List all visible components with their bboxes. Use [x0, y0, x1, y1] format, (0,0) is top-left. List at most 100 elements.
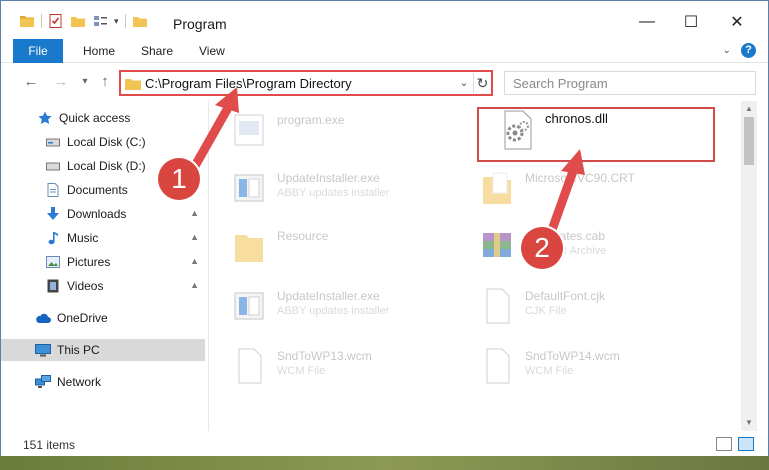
- scroll-down-icon[interactable]: ▼: [741, 415, 757, 431]
- details-view-icon[interactable]: [716, 437, 732, 451]
- drive-icon: [45, 134, 61, 150]
- file-name: UpdateInstaller.exe: [277, 171, 380, 185]
- desktop-background: [0, 456, 769, 470]
- folder-icon[interactable]: [19, 13, 35, 29]
- quick-access-toolbar: ▾: [19, 13, 148, 29]
- sidebar-item-network[interactable]: Network: [1, 371, 205, 393]
- exe-file-icon: [234, 114, 264, 146]
- navigation-bar: ← → ▾ ↑ C:\Program Files\Program Directo…: [1, 65, 768, 99]
- window-title: Program: [173, 16, 227, 32]
- pin-icon[interactable]: ▲: [190, 232, 199, 242]
- file-item[interactable]: SndToWP14.wcm WCM File: [459, 341, 699, 393]
- file-item[interactable]: UpdateInstaller.exe ABBY updates install…: [211, 281, 451, 333]
- file-name: DefaultFont.cjk: [525, 289, 606, 303]
- sidebar-item-label: Videos: [67, 279, 104, 293]
- folder-icon: [235, 235, 263, 262]
- file-item[interactable]: program.exe: [211, 105, 451, 157]
- maximize-button[interactable]: ☐: [677, 9, 705, 35]
- file-name: Microsoft.VC90.CRT: [525, 171, 635, 185]
- customize-icon[interactable]: [92, 13, 108, 29]
- file-name: SndToWP14.wcm: [525, 349, 620, 363]
- sidebar-item-label: Quick access: [59, 111, 131, 125]
- tab-file[interactable]: File: [13, 39, 63, 63]
- search-box[interactable]: Search Program: [504, 71, 756, 95]
- properties-icon[interactable]: [48, 13, 64, 29]
- scroll-up-icon[interactable]: ▲: [741, 101, 757, 117]
- step-1-badge: 1: [158, 158, 200, 200]
- file-type: WCM File: [525, 365, 574, 377]
- file-type: ABBY updates installer: [277, 187, 390, 199]
- folder-icon: [125, 79, 141, 90]
- help-icon[interactable]: ?: [741, 43, 756, 58]
- sidebar-item-label: Documents: [67, 183, 128, 197]
- drive-icon: [45, 158, 61, 174]
- file-item[interactable]: SndToWP13.wcm WCM File: [211, 341, 451, 393]
- file-item[interactable]: Microsoft.VC90.CRT: [459, 163, 699, 215]
- address-dropdown-icon[interactable]: ⌄: [455, 74, 473, 92]
- sidebar-item-local-disk-c[interactable]: Local Disk (C:): [1, 131, 205, 153]
- sidebar-item-this-pc[interactable]: This PC: [1, 339, 205, 361]
- pin-icon[interactable]: ▲: [190, 280, 199, 290]
- tab-view[interactable]: View: [187, 39, 237, 63]
- sidebar-item-label: Network: [57, 375, 102, 389]
- sidebar-item-onedrive[interactable]: OneDrive: [1, 307, 205, 329]
- title-bar: ▾ Program — ☐ ✕: [1, 1, 768, 43]
- file-name: SndToWP13.wcm: [277, 349, 372, 363]
- recent-locations-button[interactable]: ▾: [75, 72, 95, 92]
- tab-home[interactable]: Home: [71, 39, 127, 63]
- archive-icon: [483, 233, 511, 257]
- sidebar-item-pictures[interactable]: Pictures ▲: [1, 251, 205, 273]
- tab-share[interactable]: Share: [129, 39, 185, 63]
- document-icon: [45, 182, 61, 198]
- star-icon: [37, 110, 53, 126]
- file-name: Resource: [277, 229, 329, 243]
- back-button[interactable]: ←: [21, 72, 41, 92]
- sidebar-item-label: Pictures: [67, 255, 111, 269]
- film-icon: [45, 278, 61, 294]
- sidebar-item-label: This PC: [57, 343, 100, 357]
- item-count: 151 items: [23, 438, 76, 452]
- file-name: program.exe: [277, 113, 345, 127]
- up-button[interactable]: ↑: [95, 72, 115, 92]
- cloud-icon: [35, 310, 51, 326]
- pin-icon[interactable]: ▲: [190, 256, 199, 266]
- sidebar-item-label: Downloads: [67, 207, 127, 221]
- music-note-icon: [45, 230, 61, 246]
- sidebar-item-quick-access[interactable]: Quick access: [1, 107, 205, 129]
- view-switcher: [716, 437, 754, 451]
- chevron-down-icon[interactable]: ▾: [114, 16, 119, 27]
- navigation-pane: Quick access Local Disk (C:) Local Disk …: [1, 101, 209, 431]
- minimize-button[interactable]: —: [633, 9, 661, 35]
- download-arrow-icon: [45, 206, 61, 222]
- chronos-highlight: [477, 107, 715, 162]
- title-folder-icon: [132, 17, 147, 27]
- file-item[interactable]: UpdateInstaller.exe ABBY updates install…: [211, 163, 451, 215]
- search-input[interactable]: Search Program: [513, 76, 608, 91]
- ribbon-right: ⌄ ?: [723, 43, 756, 58]
- scrollbar-thumb[interactable]: [744, 117, 754, 165]
- large-icons-view-icon[interactable]: [738, 437, 754, 451]
- forward-button[interactable]: →: [51, 72, 71, 92]
- pin-icon[interactable]: ▲: [190, 208, 199, 218]
- sidebar-item-music[interactable]: Music ▲: [1, 227, 205, 249]
- sidebar-item-videos[interactable]: Videos ▲: [1, 275, 205, 297]
- file-item[interactable]: Resource: [211, 221, 451, 273]
- new-folder-icon[interactable]: [70, 13, 86, 29]
- address-path[interactable]: C:\Program Files\Program Directory: [145, 76, 352, 91]
- file-name: UpdateInstaller.exe: [277, 289, 380, 303]
- file-item[interactable]: certificates.cab WinRAR Archive: [459, 221, 699, 273]
- expand-ribbon-icon[interactable]: ⌄: [723, 45, 731, 56]
- close-button[interactable]: ✕: [723, 9, 751, 35]
- file-item[interactable]: DefaultFont.cjk CJK File: [459, 281, 699, 333]
- vertical-scrollbar[interactable]: ▲ ▼: [741, 101, 757, 431]
- refresh-icon[interactable]: ↻: [473, 73, 491, 93]
- sidebar-item-downloads[interactable]: Downloads ▲: [1, 203, 205, 225]
- address-bar[interactable]: C:\Program Files\Program Directory ⌄ ↻: [119, 70, 493, 96]
- sidebar-item-label: OneDrive: [57, 311, 108, 325]
- step-2-badge: 2: [521, 227, 563, 269]
- picture-icon: [45, 254, 61, 270]
- computer-icon: [35, 342, 51, 358]
- blank-file-icon: [486, 288, 510, 324]
- file-type: CJK File: [525, 305, 567, 317]
- folder-icon: [483, 172, 511, 204]
